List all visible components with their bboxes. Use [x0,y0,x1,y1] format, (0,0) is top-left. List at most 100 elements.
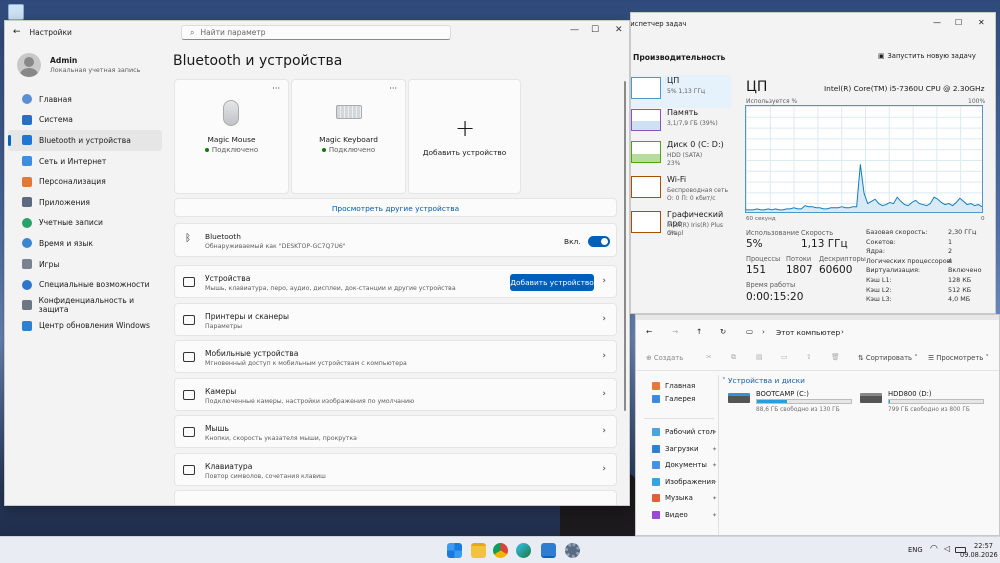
mouse-icon [223,100,239,126]
share-icon[interactable]: ⇪ [806,353,812,361]
add-device-button[interactable]: Добавить устройство [510,274,594,291]
section-title[interactable]: ˅ Устройства и диски [722,376,805,385]
sidebar-item[interactable]: Время и язык [8,233,162,254]
tm-maximize-button[interactable]: ☐ [955,18,962,27]
back-arrow-icon[interactable]: ← [13,27,21,37]
folder-icon [652,395,660,403]
back-arrow-icon[interactable]: ← [646,327,652,336]
language-indicator[interactable]: ENG [908,546,923,554]
refresh-icon[interactable]: ↻ [720,327,726,336]
clock-date[interactable]: 09.08.2026 [960,551,998,559]
settings-gear-icon[interactable] [565,543,580,558]
chevron-right-icon: › [602,351,606,361]
cpu-model: Intel(R) Core(TM) i5-7360U CPU @ 2.30GHz [824,84,985,93]
tm-item-memory[interactable]: Память 3,1/7,9 ГБ (39%) [631,107,731,140]
settings-row[interactable]: Устройства Мышь, клавиатура, перо, аудио,… [174,265,617,298]
settings-scrollbar[interactable] [624,81,626,411]
window-title: Настройки [29,27,72,37]
cut-icon[interactable]: ✂ [706,353,712,361]
settings-row[interactable]: Мобильные устройства Мгновенный доступ к … [174,340,617,373]
sidebar-item[interactable]: Центр обновления Windows [8,316,162,337]
settings-row[interactable]: Мышь Кнопки, скорость указателя мыши, про… [174,415,617,448]
sidebar-item[interactable]: Специальные возможности [8,274,162,295]
user-profile[interactable]: Admin Локальная учетная запись [5,43,165,87]
forward-arrow-icon[interactable]: → [672,327,678,336]
explorer-nav-item[interactable]: Видео ✦ [652,511,717,519]
drive-item[interactable]: HDD800 (D:) 799 ГБ свободно из 800 ГБ [860,390,990,420]
settings-row[interactable]: Принтеры и сканеры Параметры › [174,302,617,336]
sidebar-item[interactable]: Главная [8,89,162,110]
chevron-right-icon: › [602,313,606,324]
bluetooth-row: ᛒ Bluetooth Обнаруживаемый как "DESKTOP-… [174,223,617,257]
tm-close-button[interactable]: ✕ [978,18,985,27]
sort-button[interactable]: ⇅ Сортировать ˅ [858,354,918,362]
speaker-icon[interactable]: ◁ [944,544,950,553]
clock-time[interactable]: 22:57 [974,542,993,550]
drive-usage-fill [889,400,890,403]
pin-icon: ✦ [712,494,718,502]
device-name: Magic Keyboard [319,135,378,144]
recycle-bin-icon[interactable] [8,4,24,20]
sidebar-item[interactable]: Bluetooth и устройства [8,130,162,151]
avatar [17,53,41,77]
row-title: Устройства [205,274,251,283]
folder-icon [652,478,660,486]
up-arrow-icon[interactable]: ↑ [696,327,702,336]
rename-icon[interactable]: ▭ [781,353,787,361]
settings-row[interactable]: Камеры Подключенные камеры, настройки изо… [174,377,617,411]
stat-uptime-value: 0:00:15:20 [746,291,804,303]
stat-usage-value: 5% [746,238,763,250]
tm-item-gpu[interactable]: Графический про Intel(R) Iris(R) Plus Gr… [631,209,731,242]
settings-row[interactable]: Клавиатура Повтор символов, сочетания кла… [174,452,617,486]
create-button[interactable]: ⊕ Создать [646,354,683,362]
start-windows-icon[interactable] [447,543,462,558]
maximize-button[interactable]: ☐ [591,25,599,35]
bluetooth-toggle[interactable] [588,236,610,247]
delete-icon[interactable]: 🗑 [831,353,840,361]
sidebar-item[interactable]: Персонализация [8,171,162,192]
explorer-nav-item[interactable]: Галерея [652,395,695,403]
tm-minimize-button[interactable]: — [933,18,941,27]
view-button[interactable]: ☰ Просмотреть ˅ [928,354,989,362]
explorer-nav-item[interactable]: Музыка ✦ [652,494,717,502]
row-icon [183,277,195,287]
task-manager-icon[interactable] [541,543,556,558]
sidebar-item[interactable]: Сеть и Интернет [8,151,162,172]
edge-icon[interactable] [516,543,531,558]
explorer-nav-item[interactable]: Изображения ✦ [652,478,717,486]
drive-free: 799 ГБ свободно из 800 ГБ [888,407,970,413]
tm-item-wifi[interactable]: Wi-Fi Беспроводная сеть О: 0 П: 0 кбит/с [631,174,731,207]
sidebar-item[interactable]: Приложения [8,192,162,213]
device-card-magic-keyboard[interactable]: ··· Magic Keyboard Подключено [291,79,406,194]
copy-icon[interactable]: ⧉ [731,353,736,362]
explorer-window: ← → ↑ ↻ ▭ › Этот компьютер › ⊕ Создать ✂… [635,314,1000,536]
more-options-icon[interactable]: ··· [389,84,397,93]
spec-value: 2 [948,247,953,256]
drive-item[interactable]: BOOTCAMP (C:) 88,6 ГБ свободно из 130 ГБ [728,390,858,420]
device-card-magic-mouse[interactable]: ··· Magic Mouse Подключено [174,79,289,194]
sidebar-item[interactable]: Учетные записи [8,213,162,234]
file-explorer-icon[interactable] [471,543,486,558]
sidebar-item[interactable]: Игры [8,254,162,275]
close-button[interactable]: ✕ [615,25,623,35]
settings-row-partial[interactable] [174,490,617,505]
tm-item-disk[interactable]: Диск 0 (C: D:) HDD (SATA) 23% [631,139,731,172]
run-new-task-button[interactable]: ▣ Запустить новую задачу [878,52,976,60]
tm-item-cpu[interactable]: ЦП 5% 1,13 ГГц [631,75,731,108]
paste-icon[interactable]: ▤ [756,353,762,361]
view-more-devices-link[interactable]: Просмотреть другие устройства [174,198,617,217]
explorer-nav-item[interactable]: Главная [652,382,695,390]
more-options-icon[interactable]: ··· [272,84,280,93]
explorer-nav-item[interactable]: Документы ✦ [652,461,717,469]
sidebar-item[interactable]: Система [8,110,162,131]
address-this-pc[interactable]: Этот компьютер [776,328,840,337]
wifi-icon[interactable]: ◠ [930,544,938,554]
minimize-button[interactable]: — [570,25,579,35]
chrome-icon[interactable] [493,543,508,558]
sidebar-item[interactable]: Конфиденциальность и защита [8,295,162,316]
add-device-tile[interactable]: + Добавить устройство [408,79,521,194]
chevron-right-icon: › [602,388,606,399]
explorer-nav-item[interactable]: Рабочий стол ✦ [652,428,717,436]
explorer-nav-item[interactable]: Загрузки ✦ [652,445,717,453]
search-input[interactable]: ⌕ Найти параметр [181,25,451,40]
